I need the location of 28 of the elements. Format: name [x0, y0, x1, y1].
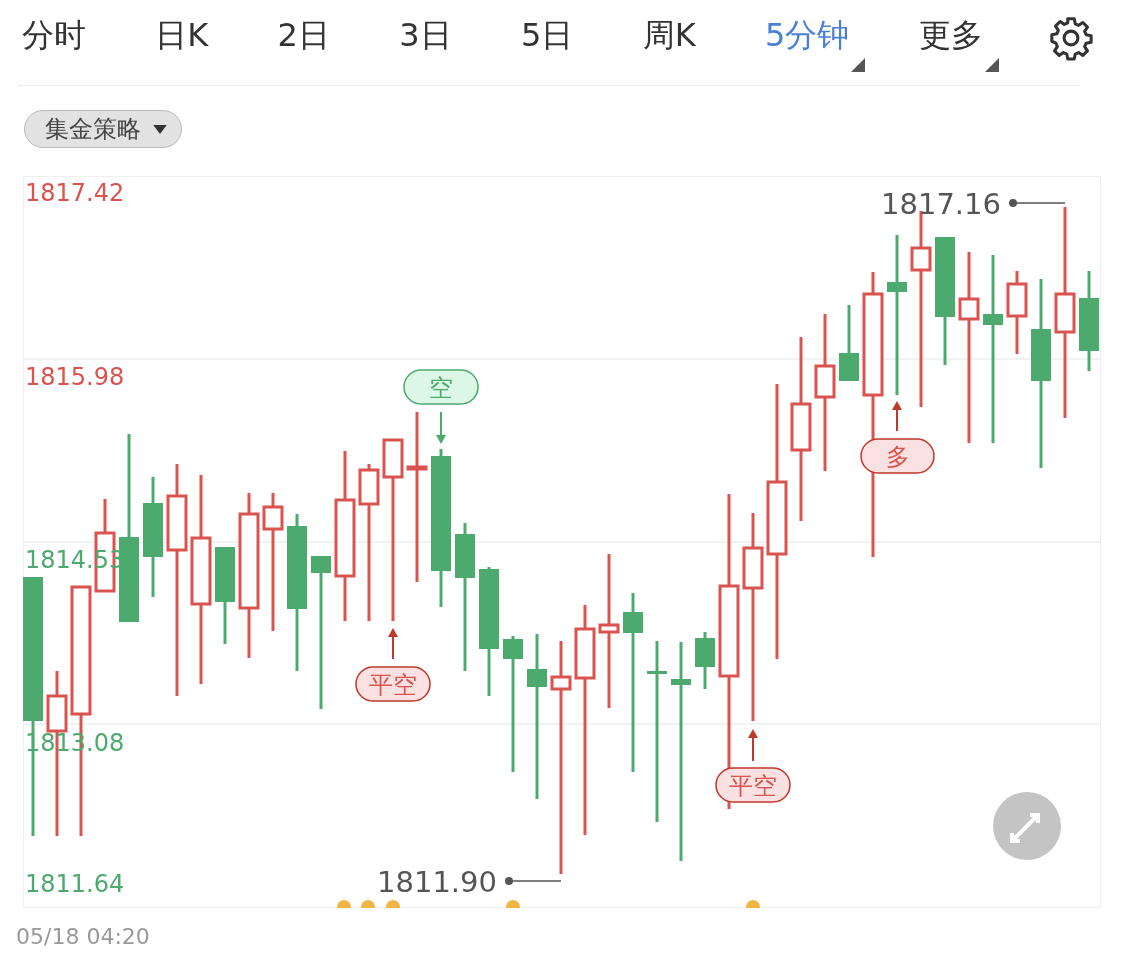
candle — [694, 631, 715, 689]
strategy-dropdown[interactable]: 集金策略 — [24, 110, 182, 148]
signal-arrow — [747, 728, 758, 762]
low-price-label: 1811.90 — [376, 864, 497, 899]
period-tab[interactable]: 分时 — [18, 13, 102, 72]
period-tab[interactable]: 更多 — [914, 13, 999, 72]
signal-tag: 多 — [859, 437, 935, 474]
settings-icon[interactable] — [1047, 14, 1094, 61]
period-tab[interactable]: 5分钟 — [760, 13, 866, 72]
signal-tag: 空 — [402, 368, 479, 405]
period-tab[interactable]: 5日 — [516, 13, 590, 72]
period-tab[interactable]: 2日 — [273, 13, 346, 72]
caret-icon — [153, 124, 167, 134]
signal-arrow — [387, 627, 398, 660]
signal-arrow — [435, 410, 446, 444]
period-tab[interactable]: 3日 — [395, 13, 468, 72]
signal-tag: 平空 — [714, 766, 791, 803]
time-label: 05/18 04:20 — [16, 924, 150, 949]
signal-tag: 平空 — [354, 665, 431, 702]
axis-label: 1811.64 — [24, 869, 124, 898]
axis-label: 1815.98 — [24, 362, 124, 391]
leader-line — [1008, 198, 1066, 207]
period-tab[interactable]: 周K — [638, 13, 712, 72]
axis-label: 1817.42 — [24, 178, 124, 207]
signal-arrow — [891, 400, 902, 432]
leader-line — [504, 876, 562, 885]
high-price-label: 1817.16 — [880, 186, 1001, 221]
period-tab[interactable]: 日K — [151, 13, 225, 72]
